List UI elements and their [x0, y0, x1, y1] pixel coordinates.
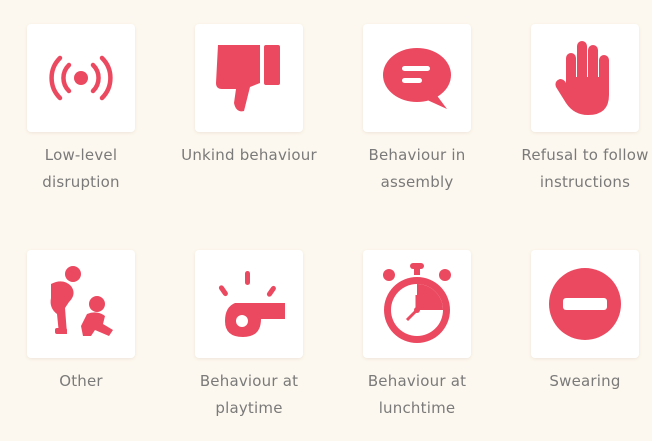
people-sitting-icon	[41, 264, 121, 344]
category-behaviour-at-playtime[interactable]: Behaviour at playtime	[164, 250, 334, 422]
category-label: Other	[59, 372, 103, 390]
category-card[interactable]	[363, 250, 471, 358]
whistle-icon	[209, 267, 289, 341]
category-low-level-disruption[interactable]: Low-level disruption	[0, 24, 166, 196]
category-swearing[interactable]: Swearing	[500, 250, 652, 395]
category-label: Behaviour at lunchtime	[367, 372, 467, 417]
category-card[interactable]	[27, 24, 135, 132]
category-label: Behaviour at playtime	[199, 372, 299, 417]
category-unkind-behaviour[interactable]: Unkind behaviour	[164, 24, 334, 169]
category-other[interactable]: Other	[0, 250, 166, 395]
category-card[interactable]	[531, 250, 639, 358]
thumbs-down-icon	[214, 41, 284, 115]
speech-bubble-icon	[377, 43, 457, 113]
category-label: Unkind behaviour	[181, 146, 317, 164]
raised-hand-icon	[552, 37, 618, 119]
category-refusal-to-follow-instructions[interactable]: Refusal to follow instructions	[500, 24, 652, 196]
stopwatch-icon	[377, 261, 457, 347]
category-behaviour-in-assembly[interactable]: Behaviour in assembly	[332, 24, 502, 196]
category-card[interactable]	[27, 250, 135, 358]
signal-broadcast-icon	[39, 53, 123, 103]
category-behaviour-at-lunchtime[interactable]: Behaviour at lunchtime	[332, 250, 502, 422]
category-card[interactable]	[363, 24, 471, 132]
category-card[interactable]	[195, 24, 303, 132]
no-entry-icon	[546, 265, 624, 343]
category-label: Refusal to follow instructions	[521, 146, 649, 191]
category-card[interactable]	[531, 24, 639, 132]
category-label: Behaviour in assembly	[368, 146, 466, 191]
behaviour-category-grid: Low-level disruption Unkind behaviour Be…	[0, 0, 652, 441]
category-label: Swearing	[549, 372, 621, 390]
category-card[interactable]	[195, 250, 303, 358]
category-label: Low-level disruption	[42, 146, 120, 191]
